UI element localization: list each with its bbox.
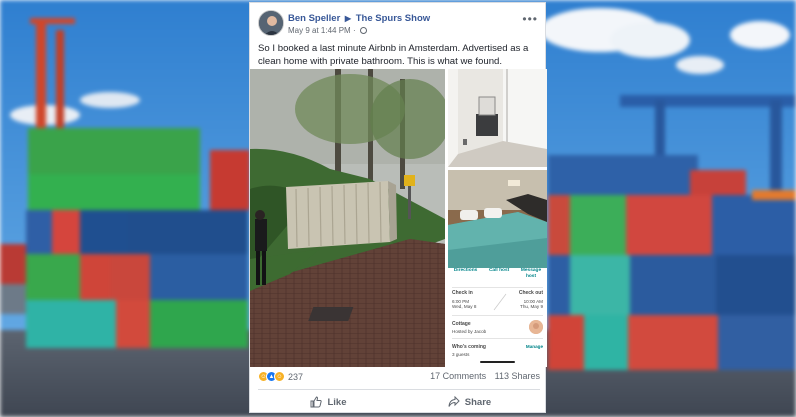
- container-photo: [250, 69, 445, 367]
- checkout-label: Check out: [518, 290, 543, 296]
- post-meta: May 9 at 1:44 PM ·: [288, 26, 367, 35]
- checkin-date: Wed, May 8: [452, 304, 477, 309]
- dot-separator: ·: [352, 26, 356, 35]
- photo-interior-corner[interactable]: [448, 69, 547, 167]
- post-actions: Like Share: [258, 392, 540, 412]
- thumbs-up-icon: [310, 396, 323, 408]
- message-host-link[interactable]: Message host: [521, 268, 541, 286]
- post-stats: ☺ ▲ ☺ 237 17 Comments 113 Shares: [258, 371, 540, 385]
- photo-collage: Directions Call host Message host Check …: [250, 69, 547, 367]
- divider: [452, 315, 543, 316]
- author-line: Ben Speller ▶ The Spurs Show: [288, 13, 430, 24]
- like-label: Like: [327, 396, 347, 408]
- call-host-link[interactable]: Call host: [489, 268, 509, 286]
- guests-section: Who's coming Manage 3 guests: [452, 344, 543, 357]
- like-button[interactable]: Like: [258, 392, 399, 412]
- facebook-post: Ben Speller ▶ The Spurs Show May 9 at 1:…: [249, 2, 547, 413]
- guest-count: 3 guests: [452, 352, 470, 357]
- share-label: Share: [464, 396, 492, 408]
- slash-divider-icon: [493, 293, 507, 311]
- actions-divider: [258, 389, 540, 390]
- comments-count[interactable]: 17 Comments: [430, 371, 486, 381]
- triangle-right-icon: ▶: [344, 14, 352, 23]
- home-indicator: [480, 361, 515, 363]
- author-name[interactable]: Ben Speller: [288, 13, 340, 24]
- manage-link[interactable]: Manage: [526, 344, 543, 349]
- reactions[interactable]: ☺ ▲ ☺ 237: [258, 371, 303, 382]
- shares-count[interactable]: 113 Shares: [495, 371, 540, 381]
- airbnb-quick-actions: Directions Call host Message host: [448, 268, 547, 286]
- corner-photo: [448, 69, 547, 167]
- post-timestamp[interactable]: May 9 at 1:44 PM: [288, 26, 351, 35]
- whos-coming-label: Who's coming: [452, 344, 486, 350]
- group-name[interactable]: The Spurs Show: [356, 13, 430, 24]
- checkin-block: Check in 6:00 PM Wed, May 8: [452, 290, 476, 309]
- author-avatar[interactable]: [258, 10, 284, 36]
- host-avatar: [529, 320, 543, 334]
- message-host-line1: Message: [520, 268, 542, 273]
- comments-shares: 17 Comments 113 Shares: [424, 371, 540, 381]
- divider: [452, 287, 543, 288]
- checkout-date: Thu, May 9: [520, 304, 543, 309]
- post-header: Ben Speller ▶ The Spurs Show May 9 at 1:…: [258, 10, 538, 38]
- post-text: So I booked a last minute Airbnb in Amst…: [258, 43, 529, 67]
- wow-reaction-icon: ☺: [274, 371, 285, 382]
- message-host-line2: host: [525, 274, 537, 279]
- airbnb-screenshot[interactable]: Directions Call host Message host Check …: [448, 170, 547, 367]
- share-arrow-icon: [448, 396, 460, 407]
- more-options-button[interactable]: •••: [522, 12, 538, 26]
- photo-container-outdoors[interactable]: [250, 69, 445, 367]
- directions-link[interactable]: Directions: [454, 268, 477, 286]
- person-icon: [259, 11, 283, 35]
- host-face-icon: [529, 320, 543, 334]
- checkout-block: Check out 10:00 AM Thu, May 9: [519, 290, 543, 309]
- bedroom-photo: [448, 170, 547, 268]
- divider: [452, 338, 543, 339]
- checkin-label: Check in: [452, 290, 473, 296]
- globe-icon: [359, 27, 367, 34]
- share-button[interactable]: Share: [399, 392, 540, 412]
- reaction-count: 237: [288, 371, 304, 382]
